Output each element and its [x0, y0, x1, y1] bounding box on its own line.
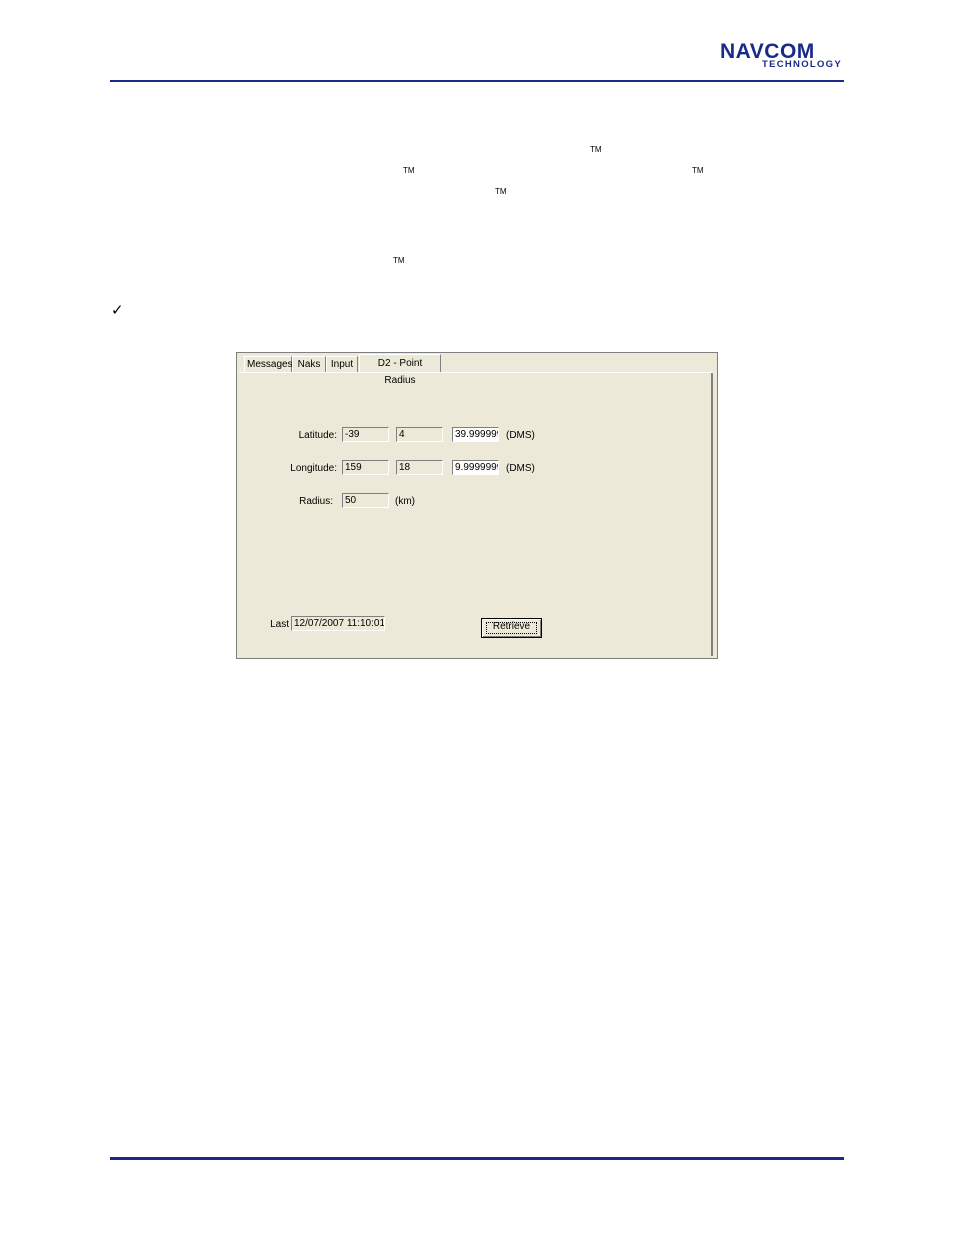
- trademark-mark: TM: [692, 166, 704, 175]
- navcom-logo: NAVCOM TECHNOLOGY: [720, 41, 842, 70]
- tab-naks[interactable]: Naks: [292, 356, 326, 372]
- latitude-unit: (DMS): [506, 430, 535, 441]
- trademark-mark: TM: [403, 166, 415, 175]
- radius-label: Radius:: [299, 496, 333, 507]
- tab-panel-edge: [239, 372, 713, 373]
- trademark-mark: TM: [393, 256, 405, 265]
- footer-rule: [110, 1157, 844, 1160]
- latitude-degrees-field[interactable]: -39: [342, 427, 389, 442]
- radius-unit: (km): [395, 496, 415, 507]
- logo-subtitle: TECHNOLOGY: [761, 59, 842, 70]
- point-radius-dialog: Messages Naks Input D2 - Point Radius La…: [236, 352, 718, 659]
- last-label: Last: [270, 619, 289, 630]
- check-icon: ✓: [111, 301, 124, 319]
- longitude-minutes-field[interactable]: 18: [396, 460, 443, 475]
- longitude-seconds-field[interactable]: 9.9999999: [452, 460, 499, 475]
- last-timestamp-field: 12/07/2007 11:10:01: [291, 616, 385, 631]
- latitude-minutes-field[interactable]: 4: [396, 427, 443, 442]
- longitude-label: Longitude:: [290, 463, 337, 474]
- trademark-mark: TM: [495, 187, 507, 196]
- tab-panel-shadow: [711, 373, 713, 656]
- longitude-degrees-field[interactable]: 159: [342, 460, 389, 475]
- latitude-seconds-field[interactable]: 39.999999: [452, 427, 499, 442]
- tab-messages[interactable]: Messages: [244, 356, 293, 372]
- radius-field[interactable]: 50: [342, 493, 389, 508]
- latitude-label: Latitude:: [298, 430, 337, 441]
- tab-input[interactable]: Input: [326, 356, 358, 372]
- trademark-mark: TM: [590, 145, 602, 154]
- focus-rect: [486, 622, 537, 634]
- tab-point-radius[interactable]: D2 - Point Radius: [359, 354, 441, 386]
- header-rule: [110, 80, 844, 82]
- retrieve-button[interactable]: Retrieve: [481, 618, 542, 638]
- longitude-unit: (DMS): [506, 463, 535, 474]
